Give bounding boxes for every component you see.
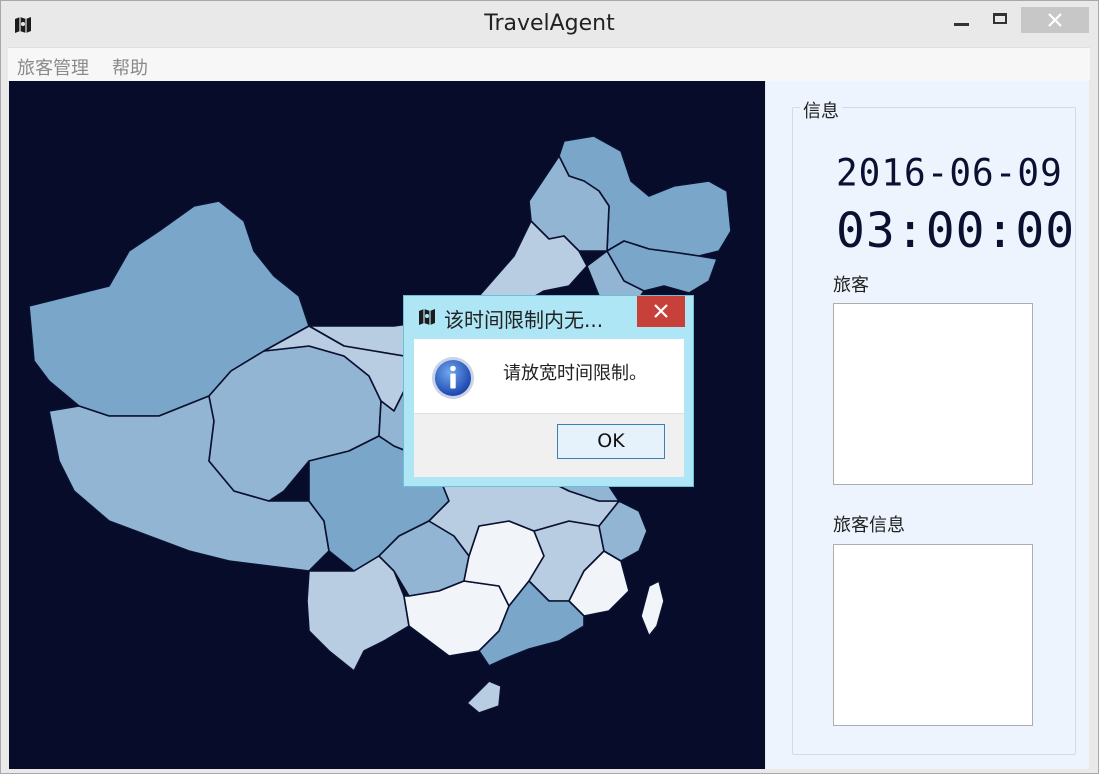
time-display: 03:00:00	[836, 203, 1076, 259]
maximize-button[interactable]	[985, 7, 1015, 35]
traveler-label: 旅客	[833, 275, 869, 296]
menu-help[interactable]: 帮助	[112, 54, 148, 80]
ok-button[interactable]: OK	[557, 424, 665, 459]
info-icon	[432, 357, 474, 399]
info-side-panel: 信息 2016-06-09 03:00:00 旅客 旅客信息	[766, 81, 1089, 769]
map-region	[466, 680, 502, 714]
title-bar[interactable]: TravelAgent	[1, 1, 1098, 47]
message-dialog: 该时间限制内无... 请放宽时间限制。 OK	[403, 295, 694, 487]
dialog-message: 请放宽时间限制。	[503, 363, 647, 384]
traveler-list[interactable]	[833, 303, 1033, 485]
close-icon	[654, 304, 668, 318]
minimize-button[interactable]	[946, 7, 976, 35]
menu-bar: 旅客管理 帮助	[8, 47, 1090, 82]
app-map-icon	[419, 309, 435, 325]
map-region	[640, 580, 665, 637]
map-region	[306, 555, 410, 672]
menu-traveler-management[interactable]: 旅客管理	[17, 54, 89, 80]
info-group-title: 信息	[800, 97, 842, 123]
traveler-info-label: 旅客信息	[833, 515, 905, 536]
dialog-title: 该时间限制内无...	[444, 308, 604, 332]
dialog-close-button[interactable]	[637, 296, 685, 327]
dialog-body: 请放宽时间限制。	[414, 339, 684, 413]
app-window: TravelAgent 旅客管理 帮助 信息 2016-06-09 03:00:…	[0, 0, 1099, 774]
traveler-info-box[interactable]	[833, 544, 1033, 726]
window-title: TravelAgent	[484, 11, 615, 36]
close-button[interactable]	[1021, 7, 1089, 33]
date-display: 2016-06-09	[836, 151, 1063, 196]
dialog-footer: OK	[414, 413, 684, 477]
close-icon	[1048, 13, 1062, 27]
